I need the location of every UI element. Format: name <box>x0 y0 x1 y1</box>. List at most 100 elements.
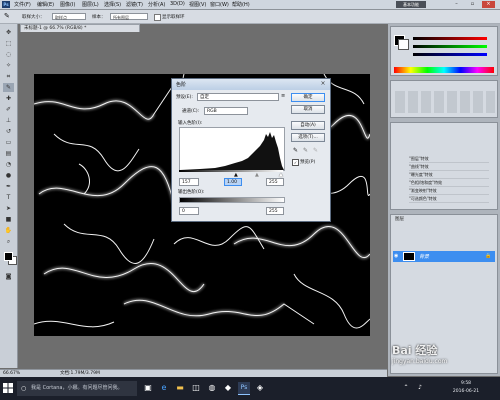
cancel-button[interactable]: 取消 <box>291 105 325 114</box>
menu-view[interactable]: 视图(V) <box>189 1 206 8</box>
output-gradient-bar <box>179 197 285 203</box>
output-black-field[interactable]: 0 <box>179 207 199 215</box>
auto-button[interactable]: 自动(A) <box>291 121 325 130</box>
red-slider[interactable] <box>413 37 487 40</box>
history-item[interactable]: "曝光度"特效 <box>409 171 489 179</box>
menu-help[interactable]: 帮助(H) <box>232 1 250 8</box>
clone-stamp-tool-icon[interactable]: ⊥ <box>3 116 14 125</box>
output-white-field[interactable]: 255 <box>266 207 284 215</box>
store-icon[interactable]: ◫ <box>190 382 202 394</box>
menu-3d[interactable]: 3D(D) <box>170 1 185 7</box>
history-item[interactable]: "曲线"特效 <box>409 163 489 171</box>
eraser-tool-icon[interactable]: ▭ <box>3 138 14 147</box>
gray-eyedropper-icon[interactable]: ✎ <box>303 147 308 154</box>
maximize-icon[interactable]: ▫ <box>466 1 479 8</box>
blue-slider[interactable] <box>413 53 487 56</box>
input-levels-label: 输入色阶(I): <box>178 121 203 126</box>
menu-analysis[interactable]: 分析(A) <box>148 1 165 8</box>
marquee-tool-icon[interactable]: ⬚ <box>3 39 14 48</box>
menu-window[interactable]: 窗口(W) <box>210 1 229 8</box>
eyedropper-tool-icon[interactable]: ✎ <box>3 83 14 92</box>
workspace-switcher[interactable]: 基本功能 <box>396 1 426 8</box>
menu-edit[interactable]: 编辑(E) <box>37 1 54 8</box>
system-clock[interactable]: 9:58 2016-06-21 <box>446 380 486 397</box>
white-eyedropper-icon[interactable]: ✎ <box>313 147 318 154</box>
channel-select[interactable]: RGB <box>204 107 248 115</box>
path-select-tool-icon[interactable]: ➤ <box>3 204 14 213</box>
volume-icon[interactable]: ♪ <box>414 382 426 394</box>
photoshop-taskbar-icon[interactable]: Ps <box>238 382 250 395</box>
adjustment-icons-grid[interactable] <box>395 91 495 113</box>
lasso-tool-icon[interactable]: ◌ <box>3 50 14 59</box>
blur-tool-icon[interactable]: ◔ <box>3 160 14 169</box>
zoom-level[interactable]: 66.67% <box>3 370 20 377</box>
eye-icon[interactable]: ◉ <box>394 253 398 259</box>
task-view-icon[interactable]: ▣ <box>142 382 154 394</box>
magic-wand-tool-icon[interactable]: ✧ <box>3 61 14 70</box>
quick-mask-icon[interactable]: ◙ <box>3 272 14 281</box>
history-item[interactable]: "色相/饱和度"特效 <box>409 179 489 187</box>
ok-button[interactable]: 确定 <box>291 93 325 102</box>
history-item[interactable]: "可选颜色"特效 <box>409 195 489 203</box>
menu-select[interactable]: 选择(S) <box>104 1 121 8</box>
bg-color-swatch[interactable] <box>398 39 409 50</box>
type-tool-icon[interactable]: T <box>3 193 14 202</box>
input-gamma-slider[interactable]: ▲ <box>255 172 259 178</box>
windows-start-icon[interactable] <box>2 382 14 394</box>
show-ring-checkbox[interactable] <box>154 14 161 21</box>
history-item[interactable]: "图层"特效 <box>409 155 489 163</box>
move-tool-icon[interactable]: ✥ <box>3 28 14 37</box>
clock-date: 2016-06-21 <box>452 389 480 394</box>
options-button[interactable]: 选项(T)... <box>291 133 325 142</box>
eyedropper-icon[interactable]: ✎ <box>4 12 10 20</box>
tools-panel: ✥ ⬚ ◌ ✧ ⌗ ✎ ✚ ✐ ⊥ ↺ ▭ ▤ ◔ ● ✒ T ➤ ■ ✋ ⌕ … <box>0 24 18 368</box>
preset-menu-icon[interactable]: ≡ <box>281 93 285 99</box>
sample-size-select[interactable]: 取样点 <box>52 13 86 20</box>
document-tab[interactable]: 未标题-1 @ 66.7% (RGB/8) * <box>20 24 140 32</box>
input-white-field[interactable]: 255 <box>266 178 284 186</box>
watermark-url: jingyan.baidu.com <box>392 358 448 365</box>
menu-file[interactable]: 文件(F) <box>14 1 31 8</box>
layer-row-background[interactable]: ◉ 背景 🔒 <box>393 251 495 262</box>
sample-select[interactable]: 所有图层 <box>110 13 148 20</box>
edge-icon[interactable]: e <box>158 382 170 394</box>
layers-tab[interactable]: 图层 <box>395 216 404 222</box>
cortana-search-box[interactable]: ○ 我是 Cortana，小娜。有问题尽管问我。 <box>17 381 137 396</box>
sample-label: 样本： <box>92 15 106 20</box>
history-item[interactable]: "渐变映射"特效 <box>409 187 489 195</box>
dialog-close-icon[interactable]: × <box>318 80 328 88</box>
input-gamma-field[interactable]: 1.00 <box>224 178 242 186</box>
brush-tool-icon[interactable]: ✐ <box>3 105 14 114</box>
green-slider[interactable] <box>413 45 487 48</box>
shape-tool-icon[interactable]: ■ <box>3 215 14 224</box>
history-panel: "图层"特效 "曲线"特效 "曝光度"特效 "色相/饱和度"特效 "渐变映射"特… <box>390 122 498 210</box>
black-eyedropper-icon[interactable]: ✎ <box>293 147 298 154</box>
healing-brush-tool-icon[interactable]: ✚ <box>3 94 14 103</box>
network-icon[interactable]: ⌃ <box>400 382 412 394</box>
menu-image[interactable]: 图像(I) <box>60 1 75 8</box>
minimize-icon[interactable]: – <box>450 1 463 8</box>
cortana-placeholder: 我是 Cortana，小娜。有问题尽管问我。 <box>31 385 123 391</box>
layer-name: 背景 <box>419 254 430 260</box>
foreground-color-swatch[interactable] <box>4 252 13 261</box>
app-icon[interactable]: ◆ <box>222 382 234 394</box>
crop-tool-icon[interactable]: ⌗ <box>3 72 14 81</box>
pen-tool-icon[interactable]: ✒ <box>3 182 14 191</box>
chrome-icon[interactable]: ◍ <box>206 382 218 394</box>
preset-select[interactable]: 自定 <box>197 93 279 101</box>
color-spectrum-bar[interactable] <box>394 67 494 73</box>
input-black-field[interactable]: 157 <box>179 178 199 186</box>
close-icon[interactable]: × <box>482 1 495 8</box>
app-icon-2[interactable]: ◈ <box>254 382 266 394</box>
dialog-title-bar[interactable]: 色阶 × <box>172 79 330 90</box>
menu-filter[interactable]: 滤镜(T) <box>126 1 143 8</box>
history-brush-tool-icon[interactable]: ↺ <box>3 127 14 136</box>
input-gradient-bar <box>179 170 283 172</box>
zoom-tool-icon[interactable]: ⌕ <box>3 237 14 246</box>
hand-tool-icon[interactable]: ✋ <box>3 226 14 235</box>
menu-layer[interactable]: 图层(L) <box>82 1 99 8</box>
preview-checkbox[interactable]: ✓ <box>292 159 299 166</box>
dodge-tool-icon[interactable]: ● <box>3 171 14 180</box>
file-explorer-icon[interactable]: ▬ <box>174 382 186 394</box>
gradient-tool-icon[interactable]: ▤ <box>3 149 14 158</box>
